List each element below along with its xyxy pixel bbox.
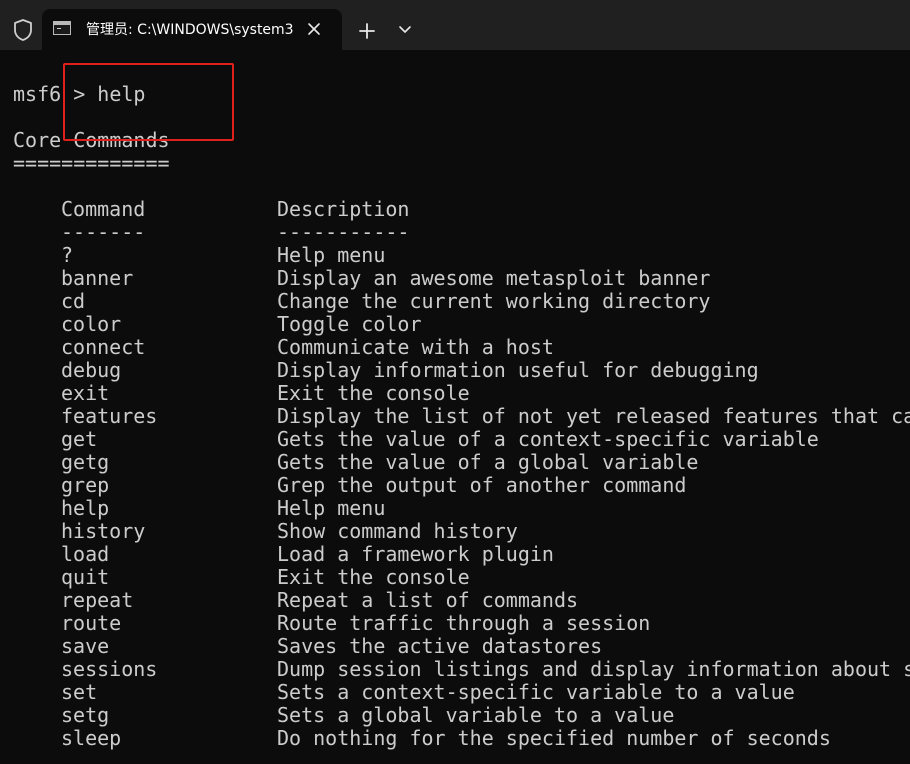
command-name: save [61, 634, 110, 658]
command-description: Route traffic through a session [277, 611, 651, 635]
command-description: Exit the console [277, 565, 470, 589]
command-description: Change the current working directory [277, 289, 711, 313]
command-name: sessions [61, 657, 158, 681]
command-description: Gets the value of a global variable [277, 450, 699, 474]
command-description: Gets the value of a context-specific var… [277, 427, 819, 451]
header-description: Description [277, 197, 410, 221]
header-command-rule: ------- [61, 220, 146, 244]
title-bar: 管理员: C:\WINDOWS\system32\cmd.exe - msfco… [0, 0, 910, 50]
plus-icon[interactable] [356, 20, 378, 42]
command-name: history [61, 519, 146, 543]
command-name: get [61, 427, 98, 451]
command-description: Toggle color [277, 312, 422, 336]
command-description: Grep the output of another command [277, 473, 687, 497]
command-description: Display an awesome metasploit banner [277, 266, 711, 290]
terminal-output[interactable]: msf6 > help Core Commands ============= … [0, 50, 910, 764]
command-name: exit [61, 381, 110, 405]
command-name: grep [61, 473, 110, 497]
tab-title: 管理员: C:\WINDOWS\system32\cmd.exe - msfco… [86, 22, 293, 38]
command-description: Help menu [277, 243, 386, 267]
command-description: Do nothing for the specified number of s… [277, 726, 831, 750]
command-description: Show command history [277, 519, 518, 543]
command-name: color [61, 312, 122, 336]
command-description: Dump session listings and display inform… [277, 657, 910, 681]
chevron-down-icon[interactable] [396, 23, 414, 37]
command-name: banner [61, 266, 134, 290]
header-command: Command [61, 197, 146, 221]
command-description: Display the list of not yet released fea… [277, 404, 910, 428]
section-underline: ============= [13, 151, 170, 175]
command-name: help [61, 496, 110, 520]
section-title: Core Commands [13, 128, 170, 152]
tab-cmd[interactable]: 管理员: C:\WINDOWS\system32\cmd.exe - msfco… [42, 9, 342, 50]
command-name: features [61, 404, 158, 428]
command-name: connect [61, 335, 146, 359]
terminal-icon [53, 21, 71, 35]
command-description: Sets a global variable to a value [277, 703, 675, 727]
command-description: Exit the console [277, 381, 470, 405]
command-description: Load a framework plugin [277, 542, 554, 566]
command-description: Sets a context-specific variable to a va… [277, 680, 795, 704]
command-name: cd [61, 289, 86, 313]
command-description: Display information useful for debugging [277, 358, 759, 382]
command-name: getg [61, 450, 110, 474]
command-name: load [61, 542, 110, 566]
command-description: Repeat a list of commands [277, 588, 579, 612]
command-description: Saves the active datastores [277, 634, 603, 658]
command-name: sleep [61, 726, 122, 750]
command-name: ? [61, 243, 74, 267]
header-description-rule: ----------- [277, 220, 410, 244]
command-name: route [61, 611, 122, 635]
command-name: debug [61, 358, 122, 382]
command-name: quit [61, 565, 110, 589]
command-description: Communicate with a host [277, 335, 554, 359]
command-name: set [61, 680, 98, 704]
close-icon[interactable] [306, 21, 322, 37]
command-description: Help menu [277, 496, 386, 520]
prompt-line: msf6 > help [13, 82, 146, 106]
command-name: setg [61, 703, 110, 727]
command-name: repeat [61, 588, 134, 612]
shield-icon [14, 19, 32, 41]
